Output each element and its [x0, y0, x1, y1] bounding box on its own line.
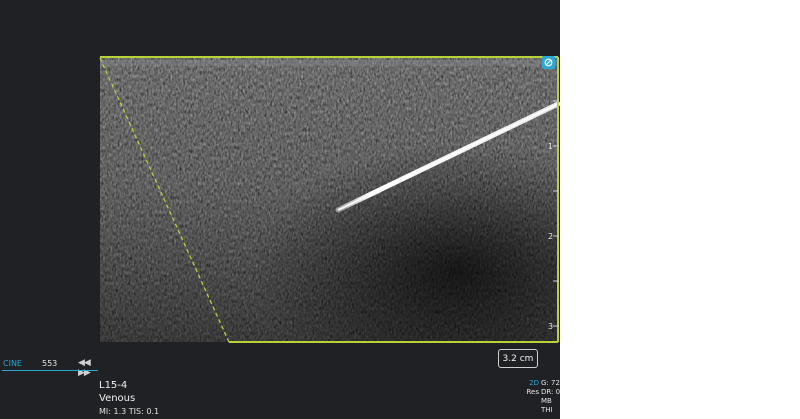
- exam-preset: Venous: [99, 393, 136, 404]
- depth-label-2: 2: [548, 232, 553, 241]
- probe-model: L15-4: [99, 380, 128, 391]
- ultrasound-screen: 1 2 3 CINE 553 ◀◀ ▶▶ L15-4 Venous MI: 1.…: [0, 0, 560, 419]
- param-thi: THI: [541, 406, 553, 414]
- param-res: Res: [526, 388, 539, 396]
- param-gain: G: 72: [541, 379, 560, 387]
- depth-label-3: 3: [548, 322, 553, 331]
- depth-label-1: 1: [548, 142, 553, 151]
- cine-frame-count: 553: [42, 359, 58, 368]
- cine-bar[interactable]: CINE 553 ◀◀ ▶▶: [2, 357, 98, 378]
- near-field-band: [100, 60, 558, 66]
- acoustic-shadow: [100, 58, 558, 342]
- orientation-marker-icon: [542, 56, 555, 69]
- scan-area: 1 2 3: [99, 56, 560, 343]
- safety-indices: MI: 1.3 TIS: 0.1: [99, 407, 160, 416]
- cine-controls-icon[interactable]: ◀◀ ▶▶: [78, 358, 98, 378]
- imaging-parameters: 2D G: 72 Res DR: 0 MB THI: [525, 379, 560, 415]
- param-mb: MB: [541, 397, 552, 405]
- depth-scale-badge: 3.2 cm: [498, 349, 538, 368]
- probe-info: L15-4 Venous MI: 1.3 TIS: 0.1: [99, 379, 159, 418]
- cine-label: CINE: [3, 359, 22, 368]
- param-mode: 2D: [529, 379, 539, 387]
- param-dr: DR: 0: [541, 388, 560, 396]
- cine-progress: [2, 370, 98, 371]
